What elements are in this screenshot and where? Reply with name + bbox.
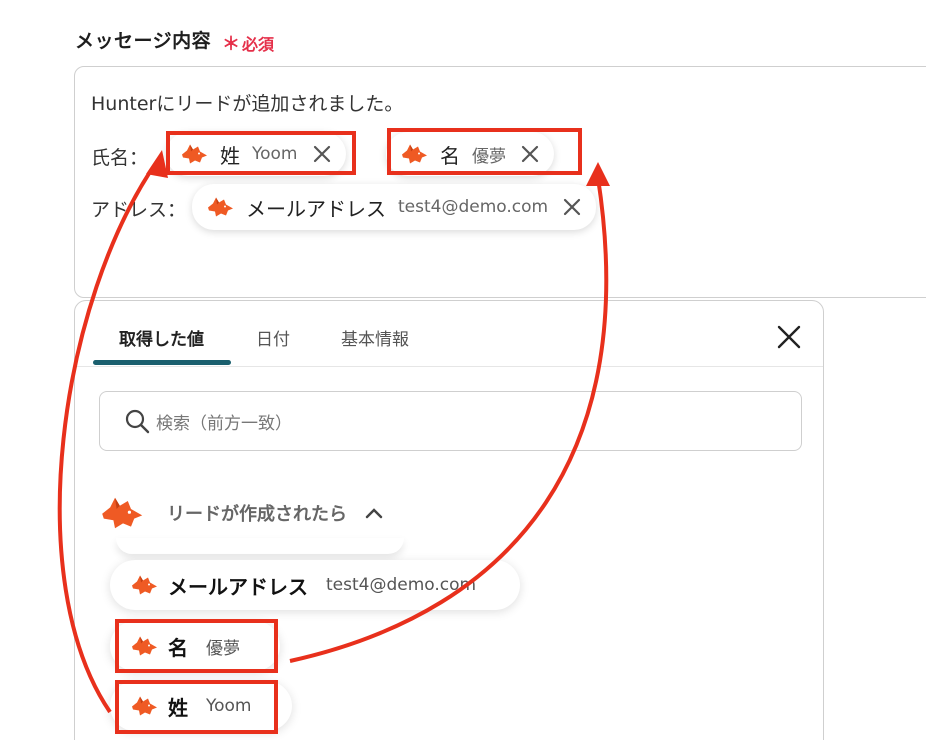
item-label: 姓: [168, 695, 188, 720]
tab-basic-info[interactable]: 基本情報: [341, 325, 409, 350]
item-value: Yoom: [206, 696, 252, 716]
item-value: 優夢: [206, 638, 240, 659]
item-label: 名: [168, 635, 188, 660]
remove-icon[interactable]: [520, 144, 540, 164]
name-label: 氏名：: [91, 147, 149, 169]
variable-chip-last-name[interactable]: 姓 Yoom: [166, 132, 346, 176]
list-item-email[interactable]: メールアドレス test4@demo.com: [110, 560, 520, 610]
tab-date[interactable]: 日付: [256, 325, 290, 350]
fox-icon: [130, 572, 160, 598]
section-header-lead-created[interactable]: リードが作成されたら: [99, 491, 383, 535]
field-label: メッセージ内容: [75, 30, 212, 52]
search-input[interactable]: 検索（前方一致）: [99, 391, 802, 451]
required-text: 必須: [242, 35, 275, 54]
remove-icon[interactable]: [562, 197, 582, 217]
section-title: リードが作成されたら: [167, 504, 347, 525]
active-tab-indicator: [93, 360, 231, 365]
chip-label: 姓: [220, 143, 240, 168]
tab-retrieved-values[interactable]: 取得した値: [119, 325, 204, 350]
variable-chip-email[interactable]: メールアドレス test4@demo.com: [192, 184, 597, 230]
chip-value: Yoom: [252, 144, 298, 164]
remove-icon[interactable]: [312, 144, 332, 164]
chip-label: メールアドレス: [246, 196, 386, 221]
fox-icon: [130, 693, 160, 719]
chip-label: 名: [440, 143, 460, 168]
list-item-partial: [116, 538, 404, 554]
message-editor[interactable]: Hunterにリードが追加されました。 氏名： アドレス：: [74, 66, 926, 298]
fox-icon: [130, 633, 160, 659]
required-mark: ＊: [222, 34, 240, 55]
chip-value: 優夢: [472, 146, 506, 167]
list-item-last-name[interactable]: 姓 Yoom: [110, 681, 292, 731]
address-label: アドレス：: [91, 199, 187, 221]
search-placeholder: 検索（前方一致）: [156, 413, 292, 434]
item-value: test4@demo.com: [326, 575, 477, 595]
item-label: メールアドレス: [168, 574, 308, 599]
variable-chip-first-name[interactable]: 名 優夢: [386, 132, 554, 176]
variable-picker-popup: 取得した値 日付 基本情報 検索（前方一致） リードが作成されたら: [74, 300, 824, 740]
close-icon[interactable]: [775, 323, 803, 351]
chip-value: test4@demo.com: [398, 197, 549, 217]
required-badge: ＊必須: [222, 30, 274, 56]
list-item-first-name[interactable]: 名 優夢: [110, 621, 280, 671]
tab-bar: 取得した値 日付 基本情報: [75, 301, 823, 367]
search-icon: [125, 409, 150, 434]
fox-icon: [206, 194, 236, 220]
fox-icon: [400, 141, 430, 167]
fox-icon: [99, 493, 147, 533]
message-line-1: Hunterにリードが追加されました。: [91, 93, 404, 115]
chevron-up-icon[interactable]: [365, 506, 383, 520]
fox-icon: [180, 141, 210, 167]
